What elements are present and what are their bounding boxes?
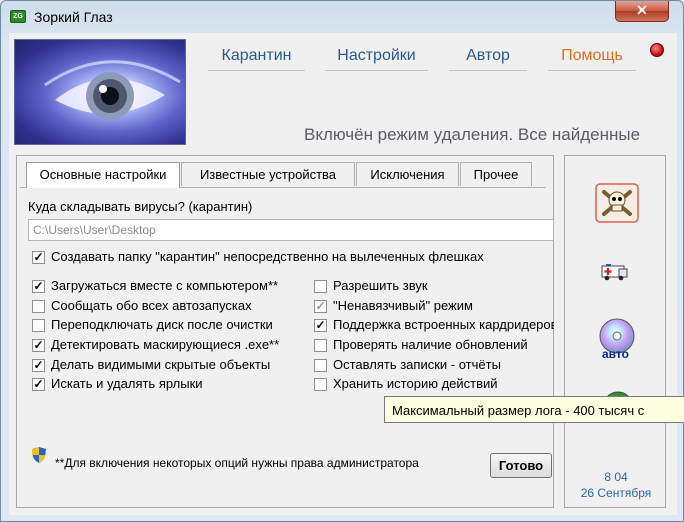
quarantine-label: Куда складывать вирусы? (карантин)	[28, 199, 253, 214]
tab-main-settings[interactable]: Основные настройки	[26, 162, 180, 188]
eye-logo	[14, 39, 186, 145]
nav-author[interactable]: Автор	[449, 47, 527, 71]
admin-rights-note: **Для включения некоторых опций нужны пр…	[55, 456, 419, 470]
checkbox-card-readers[interactable]: ✓ Поддержка встроенных кардридеров	[314, 318, 554, 335]
checkbox-reconnect-disk[interactable]: Переподключать диск после очистки	[32, 318, 294, 335]
nav-settings[interactable]: Настройки	[325, 47, 428, 71]
app-eye-icon: ZG	[10, 10, 26, 23]
nav-quarantine[interactable]: Карантин	[208, 47, 305, 71]
check-icon: ✓	[32, 279, 45, 293]
window-title: Зоркий Глаз	[34, 9, 113, 25]
client-area: Карантин Настройки Автор Помощь Включён …	[9, 33, 677, 515]
check-icon: ✓	[32, 377, 45, 391]
log-size-tooltip: Максимальный размер лога - 400 тысяч с	[384, 396, 684, 423]
status-marquee: Включён режим удаления. Все найденные	[304, 125, 641, 144]
title-bar[interactable]: ZG Зоркий Глаз ✕	[1, 1, 683, 33]
uac-shield-icon	[32, 447, 46, 463]
tab-known-devices[interactable]: Известные устройства	[181, 162, 355, 186]
nav-help[interactable]: Помощь	[548, 47, 636, 71]
check-icon: ✓	[32, 358, 45, 372]
auto-label: авто	[602, 347, 629, 361]
skull-crossbones-icon[interactable]	[595, 183, 639, 223]
tab-other[interactable]: Прочее	[460, 162, 532, 186]
check-icon: ✓	[32, 338, 45, 352]
done-button[interactable]: Готово	[490, 453, 552, 478]
check-icon: ✓	[314, 318, 327, 332]
eye-image	[44, 60, 181, 120]
app-window: ZG Зоркий Глаз ✕ Карантин Настройки Авто…	[0, 0, 684, 522]
ambulance-icon[interactable]	[600, 262, 630, 282]
check-icon: ✓	[32, 250, 45, 264]
quarantine-path-field[interactable]	[28, 219, 554, 241]
status-indicator-icon	[650, 43, 664, 57]
check-icon: ✓	[314, 299, 327, 313]
clock-time: 8 04	[604, 470, 628, 484]
clock-date: 26 Сентября	[580, 486, 652, 500]
tab-exclusions[interactable]: Исключения	[356, 162, 459, 186]
clock: 8 04 26 Сентября	[574, 469, 658, 501]
close-button[interactable]: ✕	[615, 1, 669, 22]
